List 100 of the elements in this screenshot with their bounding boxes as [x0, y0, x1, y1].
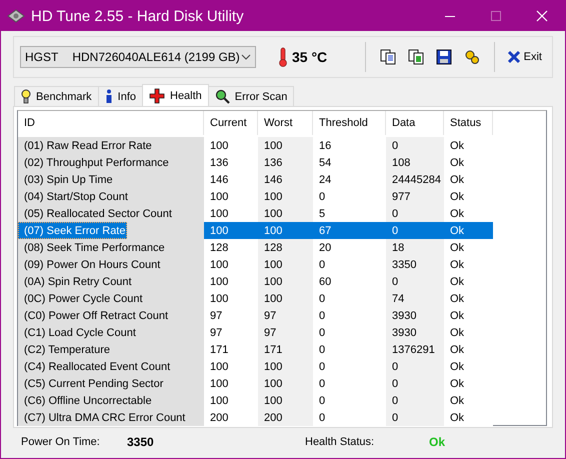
drive-dropdown[interactable]: HGST HDN726040ALE614 (2199 GB): [20, 46, 256, 68]
table-cell-text: 24445284: [391, 172, 442, 188]
table-cell-text: (C2) Temperature: [23, 342, 111, 358]
table-cell-text: (09) Power On Hours Count: [23, 258, 162, 272]
lightbulb-icon: [21, 89, 31, 104]
table-cell-text: 100: [263, 360, 284, 374]
table-cell-text: 128: [209, 240, 230, 256]
table-cell-text: 0: [318, 342, 326, 358]
table-cell-text: 100: [263, 138, 284, 154]
search-icon: [214, 89, 230, 104]
table-cell-text: (08) Seek Time Performance: [23, 240, 166, 256]
table-cell-text: 171: [263, 342, 284, 358]
table-cell-text: 100: [209, 206, 230, 222]
table-cell-text: 100: [263, 394, 284, 408]
table-cell-text: 100: [263, 190, 284, 204]
tab[interactable]: Info: [98, 86, 143, 106]
copy-image-icon: [408, 49, 424, 65]
table-cell-text: 0: [391, 410, 400, 426]
table-cell-text: 0: [391, 360, 400, 374]
table-cell-text: 100: [263, 274, 284, 290]
table-cell-text: 0: [318, 410, 326, 426]
table-cell-text: (C4) Reallocated Event Count: [23, 360, 172, 374]
table-cell-text: 100: [263, 376, 284, 392]
table-cell-text: (03) Spin Up Time: [23, 172, 114, 188]
selected-row[interactable]: (07) Seek Error Rate 100 100 67 0 Ok: [18, 222, 546, 239]
window-title: HD Tune 2.55 - Hard Disk Utility: [31, 8, 245, 24]
table-cell-text: (0C) Power Cycle Count: [23, 292, 144, 306]
chevron-down-icon: [241, 54, 251, 60]
table-cell-text: Ok: [449, 410, 466, 426]
table-cell-text: 60: [318, 274, 332, 290]
table-cell-text: Ok: [449, 156, 466, 170]
temperature-reading: 35 °C: [292, 49, 328, 65]
table-cell-text: (C0) Power Off Retract Count: [23, 308, 170, 324]
table-cell-text: (05) Reallocated Sector Count: [23, 206, 173, 222]
table-cell-text: 0: [318, 190, 326, 204]
table-cell-text: 0: [318, 376, 326, 392]
table-cell-text: 0: [318, 326, 326, 340]
table-cell-text: 146: [209, 172, 230, 188]
table-cell-text: 100: [209, 376, 230, 392]
table-cell-text: 100: [209, 360, 230, 374]
tab[interactable]: Health: [142, 84, 209, 106]
exit-button[interactable]: Exit: [502, 48, 546, 66]
table-cell-text: 3930: [391, 308, 418, 324]
tab[interactable]: Benchmark: [14, 86, 99, 106]
table-cell-text: 74: [391, 292, 406, 306]
table-cell-text: Ok: [449, 308, 466, 324]
table-cell-text: (04) Start/Stop Count: [23, 190, 129, 204]
table-cell-text: Ok: [449, 292, 466, 306]
table-cell-text: (C6) Offline Uncorrectable: [23, 394, 153, 408]
table-cell-text: Ok: [449, 360, 466, 374]
table-cell-text: 0: [318, 258, 326, 272]
table-cell-text: 100: [263, 206, 284, 222]
cross-icon: [149, 88, 165, 104]
table-cell-text: Ok: [449, 206, 466, 222]
table-cell-text: Ok: [449, 240, 466, 256]
table-cell-text: 171: [209, 342, 230, 358]
table-cell-text: Ok: [449, 172, 466, 188]
table-cell-text: 108: [391, 156, 412, 170]
table-cell-text: 0: [318, 292, 326, 306]
table-cell-text: Ok: [449, 376, 466, 392]
table-cell-text: 54: [318, 156, 332, 170]
table-cell-text: 136: [209, 156, 230, 170]
table-cell-text: 18: [391, 240, 406, 256]
table-cell-text: (C5) Current Pending Sector: [23, 376, 164, 392]
table-cell-text: 0: [391, 376, 400, 392]
table-cell-text: 24: [318, 172, 332, 188]
table-cell-text: (01) Raw Read Error Rate: [23, 138, 153, 154]
table-cell-text: (02) Throughput Performance: [23, 156, 170, 170]
power-on-time-label: Power On Time:: [21, 436, 101, 448]
table-cell-text: (C7) Ultra DMA CRC Error Count: [23, 410, 186, 426]
table-cell-text: 0: [391, 138, 400, 154]
table-cell-text: 146: [263, 172, 284, 188]
table-cell-text: 5: [318, 206, 326, 222]
table-cell-text: 3350: [391, 258, 418, 272]
table-cell-text: 16: [318, 138, 332, 154]
close-icon: [536, 10, 548, 22]
table-cell-text: 0: [318, 360, 326, 374]
table-cell-text: Ok: [449, 394, 466, 408]
info-icon: [104, 89, 113, 104]
table-cell-text: Ok: [449, 342, 466, 358]
table-cell-text: 100: [263, 292, 284, 306]
table-cell-text: Ok: [449, 326, 466, 340]
table-cell-text: 0: [391, 206, 400, 222]
table-cell-text: 0: [391, 394, 400, 408]
tab[interactable]: Error Scan: [208, 86, 294, 106]
table-cell: (07) Seek Error Rate: [18, 222, 128, 239]
maximize-icon: [490, 10, 502, 22]
table-cell-text: Ok: [449, 274, 466, 290]
table-cell-text: 100: [209, 258, 230, 272]
table-cell-text: 200: [209, 410, 230, 426]
table-cell-text: 100: [209, 274, 230, 290]
coins-icon: [464, 49, 480, 65]
table-cell-text: 200: [263, 410, 284, 426]
table-cell-text: Ok: [449, 138, 466, 154]
table-cell-text: 100: [209, 190, 230, 204]
table-cell-text: 136: [263, 156, 284, 170]
table-cell-text: 97: [209, 308, 224, 324]
table-cell-text: 3930: [391, 326, 418, 340]
table-cell-text: 0: [318, 394, 326, 408]
table-cell-text: 977: [391, 190, 412, 204]
